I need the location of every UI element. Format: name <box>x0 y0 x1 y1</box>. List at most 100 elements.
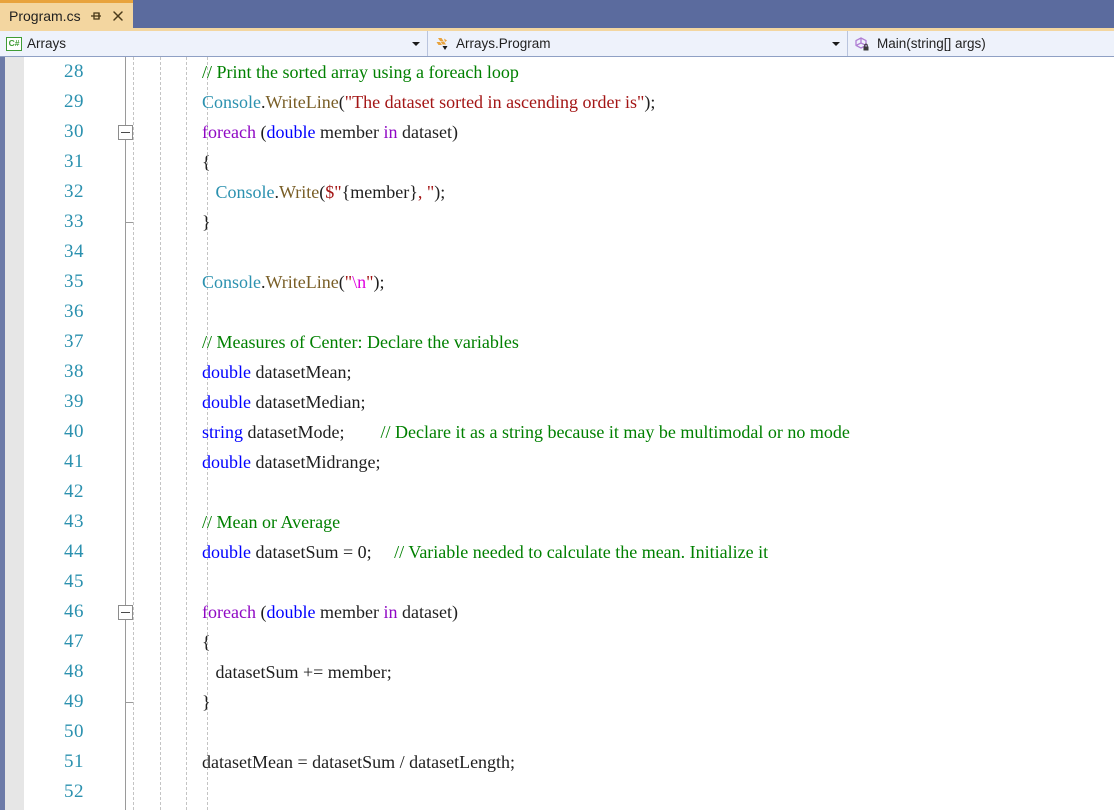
close-icon[interactable] <box>111 9 125 23</box>
code-token: ); <box>373 272 385 292</box>
code-line[interactable]: 32 Console.Write($"{member}, "); <box>0 177 1114 207</box>
navigation-bar: C# Arrays Arrays.Program Main(string[] a… <box>0 31 1114 56</box>
line-number: 44 <box>64 541 84 562</box>
code-token: dataset <box>397 122 452 142</box>
code-line[interactable]: 38 double datasetMean; <box>0 357 1114 387</box>
code-line[interactable]: 51 datasetMean = datasetSum / datasetLeng… <box>0 747 1114 777</box>
chevron-down-icon[interactable] <box>832 41 840 46</box>
code-line[interactable]: 28 // Print the sorted array using a fore… <box>0 57 1114 87</box>
code-line[interactable]: 45 <box>0 567 1114 597</box>
code-line-text: double datasetSum = 0; // Variable neede… <box>202 537 768 567</box>
line-number: 30 <box>64 121 84 142</box>
line-number: 33 <box>64 211 84 232</box>
code-token: double <box>202 392 251 412</box>
line-number: 50 <box>64 721 84 742</box>
code-line-text: double datasetMedian; <box>202 387 365 417</box>
code-token: \n <box>352 272 367 292</box>
navbar-project-label: Arrays <box>27 35 67 51</box>
code-token: Console <box>202 272 262 292</box>
code-token: foreach <box>202 602 261 622</box>
code-line[interactable]: 42 <box>0 477 1114 507</box>
code-line[interactable]: 37 // Measures of Center: Declare the var… <box>0 327 1114 357</box>
code-token: double <box>266 602 316 622</box>
code-token: { <box>341 182 351 202</box>
code-token: ); <box>644 92 656 112</box>
code-line[interactable]: 39 double datasetMedian; <box>0 387 1114 417</box>
class-icon <box>434 36 451 52</box>
code-line[interactable]: 52 <box>0 777 1114 807</box>
code-token: Console <box>215 182 275 202</box>
chevron-down-icon[interactable] <box>412 41 420 46</box>
code-token: in <box>383 122 398 142</box>
code-line[interactable]: 50 <box>0 717 1114 747</box>
code-token: , " <box>417 182 435 202</box>
pin-icon[interactable] <box>89 9 103 23</box>
code-token: member <box>315 122 384 142</box>
navbar-member-label: Main(string[] args) <box>877 35 986 51</box>
editor-tab-program-cs[interactable]: Program.cs <box>0 0 133 28</box>
code-line[interactable]: 34 <box>0 237 1114 267</box>
navbar-project-dropdown[interactable]: C# Arrays <box>0 31 428 56</box>
line-number: 49 <box>64 691 84 712</box>
line-number: 35 <box>64 271 84 292</box>
code-line-text: string datasetMode; // Declare it as a s… <box>202 417 850 447</box>
code-line-text: { <box>202 147 211 177</box>
code-token: datasetMidrange; <box>251 452 381 472</box>
code-line[interactable]: 44 double datasetSum = 0; // Variable nee… <box>0 537 1114 567</box>
code-token: double <box>202 362 251 382</box>
code-line-text: // Print the sorted array using a foreac… <box>202 57 519 87</box>
code-line[interactable]: 40 string datasetMode; // Declare it as a… <box>0 417 1114 447</box>
code-line[interactable]: 35 Console.WriteLine("\n"); <box>0 267 1114 297</box>
code-token: // Declare it as a string because it may… <box>380 422 850 442</box>
line-number: 28 <box>64 61 84 82</box>
line-number: 48 <box>64 661 84 682</box>
line-number: 52 <box>64 781 84 802</box>
code-line-text: } <box>202 207 211 237</box>
code-line[interactable]: 29 Console.WriteLine("The dataset sorted … <box>0 87 1114 117</box>
code-line[interactable]: 49} <box>0 687 1114 717</box>
code-line-text: Console.WriteLine("The dataset sorted in… <box>202 87 655 117</box>
code-token: } <box>409 182 418 202</box>
line-number: 29 <box>64 91 84 112</box>
code-token: $" <box>325 182 342 202</box>
navbar-member-dropdown[interactable]: Main(string[] args) <box>848 31 1114 56</box>
code-token: } <box>202 692 211 712</box>
code-line[interactable]: 46 foreach (double member in dataset) <box>0 597 1114 627</box>
tab-title: Program.cs <box>9 7 81 24</box>
code-lines-container[interactable]: 28 // Print the sorted array using a fore… <box>0 57 1114 810</box>
code-token: } <box>202 212 211 232</box>
line-number: 43 <box>64 511 84 532</box>
code-line[interactable]: 36 <box>0 297 1114 327</box>
method-private-icon <box>854 36 872 52</box>
line-number: 40 <box>64 421 84 442</box>
code-line[interactable]: 47 { <box>0 627 1114 657</box>
code-token: datasetMedian; <box>251 392 366 412</box>
line-number: 34 <box>64 241 84 262</box>
code-line[interactable]: 41 double datasetMidrange; <box>0 447 1114 477</box>
line-number: 32 <box>64 181 84 202</box>
line-number: 31 <box>64 151 84 172</box>
code-token: foreach <box>202 122 261 142</box>
code-line-text: foreach (double member in dataset) <box>202 597 458 627</box>
code-token: // Measures of Center: Declare the varia… <box>202 332 519 352</box>
code-line[interactable]: 43 // Mean or Average <box>0 507 1114 537</box>
code-line[interactable]: 48 datasetSum += member; <box>0 657 1114 687</box>
code-line[interactable]: 30 foreach (double member in dataset) <box>0 117 1114 147</box>
code-editor[interactable]: 28 // Print the sorted array using a fore… <box>0 57 1114 810</box>
line-number: 37 <box>64 331 84 352</box>
code-line-text: Console.WriteLine("\n"); <box>202 267 385 297</box>
code-token: // Mean or Average <box>202 512 341 532</box>
code-token: ) <box>451 602 458 622</box>
code-line-text: foreach (double member in dataset) <box>202 117 458 147</box>
code-line[interactable]: 33} <box>0 207 1114 237</box>
code-token: // Print the sorted array using a foreac… <box>202 62 519 82</box>
code-line-text: datasetSum += member; <box>202 657 392 687</box>
line-number: 47 <box>64 631 84 652</box>
code-token: in <box>383 602 398 622</box>
line-number: 38 <box>64 361 84 382</box>
code-line-text: double datasetMidrange; <box>202 447 380 477</box>
navbar-type-dropdown[interactable]: Arrays.Program <box>428 31 848 56</box>
line-number: 51 <box>64 751 84 772</box>
line-number: 42 <box>64 481 84 502</box>
code-line[interactable]: 31 { <box>0 147 1114 177</box>
